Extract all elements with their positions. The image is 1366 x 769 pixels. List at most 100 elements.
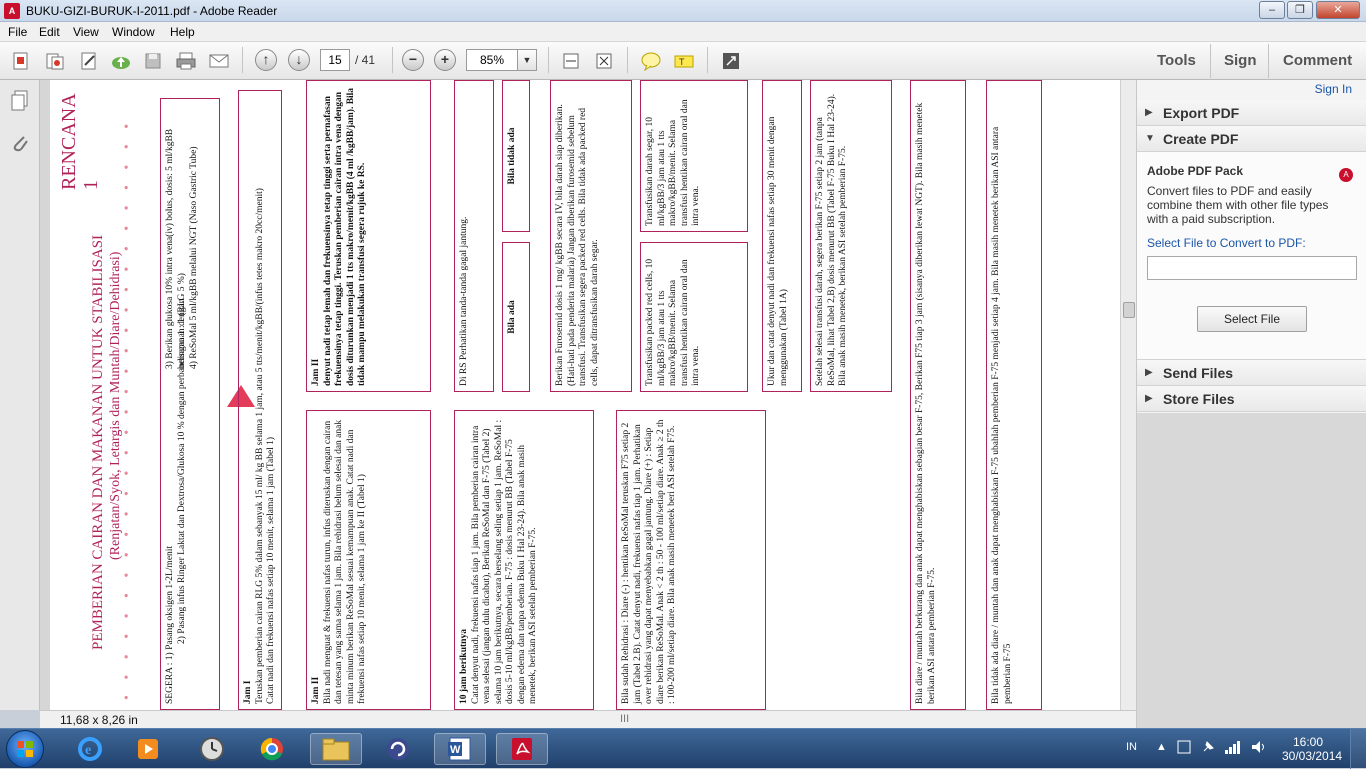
setelah-text: Setelah selesai transfusi darah, segera … xyxy=(815,93,848,386)
create-pdf-label: Create PDF xyxy=(1163,131,1239,147)
panel-empty-area xyxy=(1137,413,1366,728)
zoom-level-input[interactable]: 85% xyxy=(466,49,518,71)
menu-view[interactable]: View xyxy=(73,25,99,39)
horizontal-scroll-grip[interactable]: III xyxy=(620,713,629,725)
tools-pane-button[interactable]: Tools xyxy=(1157,52,1196,69)
menu-file[interactable]: File xyxy=(8,25,27,39)
file-explorer-icon[interactable] xyxy=(310,733,362,765)
network-signal-icon[interactable] xyxy=(1224,739,1242,758)
windows-taskbar: e W IN ▲ 16:00 30/03/2014 xyxy=(0,728,1366,769)
expand-arrow-icon: ▼ xyxy=(1145,133,1155,144)
combine-files-icon[interactable] xyxy=(44,50,66,72)
previous-page-button[interactable]: ↑ xyxy=(255,49,277,71)
pdf-pack-icon: A xyxy=(1339,168,1353,182)
page-dimensions: 11,68 x 8,26 in xyxy=(60,713,138,727)
close-button[interactable]: ✕ xyxy=(1316,1,1360,19)
jam2a-text: denyut nadi tetap lemah dan frekuensinya… xyxy=(322,87,368,386)
edit-pdf-icon[interactable] xyxy=(78,50,100,72)
minimize-button[interactable]: – xyxy=(1259,1,1285,19)
segera-box: SEGERA : 1) Pasang oksigen 1-2L/menit 2)… xyxy=(160,98,220,710)
select-file-label: Select File to Convert to PDF: xyxy=(1147,236,1306,250)
comment-note-icon[interactable] xyxy=(640,50,662,72)
clock-app-icon[interactable] xyxy=(186,733,238,765)
jam2-improve-box: Jam II Bila nadi menguat & frekuensi naf… xyxy=(306,410,431,710)
show-desktop-button[interactable] xyxy=(1350,729,1366,769)
save-icon[interactable] xyxy=(142,50,164,72)
segera-line-4: 4) ReSoMal 5 ml/kgBB melalui NGT (Naso G… xyxy=(189,146,199,369)
rehidrasi-text: Bila sudah Rehidrasi : Diare (-) : henti… xyxy=(621,419,677,704)
bila-ada-box: Bila ada xyxy=(502,242,530,392)
darah-segar-text: Transfusikan darah segar, 10 ml/kgBB/3 j… xyxy=(645,99,701,226)
jam2-weak-box: Jam II denyut nadi tetap lemah dan freku… xyxy=(306,80,431,392)
zoom-in-button[interactable]: + xyxy=(434,49,456,71)
torrent-app-icon[interactable] xyxy=(372,733,424,765)
language-indicator[interactable]: IN xyxy=(1126,741,1137,753)
menu-window[interactable]: Window xyxy=(112,25,155,39)
upload-cloud-icon[interactable] xyxy=(110,50,132,72)
action-center-icon[interactable] xyxy=(1176,739,1192,758)
internet-explorer-icon[interactable]: e xyxy=(64,733,116,765)
collapse-arrow-icon: ▶ xyxy=(1145,393,1153,404)
comment-pane-button[interactable]: Comment xyxy=(1283,52,1352,69)
export-pdf-section[interactable]: ▶ Export PDF xyxy=(1137,100,1366,126)
pdf-pack-description: Convert files to PDF and easily combine … xyxy=(1147,184,1329,226)
page-number-input[interactable]: 15 xyxy=(320,49,350,71)
document-viewport[interactable]: RENCANA 1 PEMBERIAN CAIRAN DAN MAKANAN U… xyxy=(40,80,1120,710)
system-clock[interactable]: 16:00 30/03/2014 xyxy=(1282,735,1342,763)
toolbar-separator xyxy=(1210,44,1211,78)
create-pdf-icon[interactable] xyxy=(10,50,32,72)
media-player-icon[interactable] xyxy=(122,733,174,765)
sign-in-link[interactable]: Sign In xyxy=(1315,82,1352,96)
ukur-box: Ukur dan catat denyut nadi dan frekuensi… xyxy=(762,80,802,392)
decorative-dots: • • • • • • • • • • • • • • • • • • • • … xyxy=(120,117,135,700)
pin-icon[interactable] xyxy=(1200,739,1216,758)
diare-reduced-text: Bila diare / muntah berkurang dan anak d… xyxy=(915,102,937,704)
start-button[interactable] xyxy=(6,730,44,768)
adobe-reader-taskbar-icon[interactable] xyxy=(496,733,548,765)
toolbar-separator xyxy=(548,47,549,73)
create-pdf-body: Adobe PDF Pack A Convert files to PDF an… xyxy=(1137,152,1366,360)
menu-help[interactable]: Help xyxy=(170,25,195,39)
send-files-section[interactable]: ▶ Send Files xyxy=(1137,360,1366,386)
rs-box: Di RS Perhatikan tanda-tanda gagal jantu… xyxy=(454,80,494,392)
menu-edit[interactable]: Edit xyxy=(39,25,60,39)
file-path-input[interactable] xyxy=(1147,256,1357,280)
fit-width-icon[interactable] xyxy=(560,50,582,72)
page-thumbnails-icon[interactable] xyxy=(10,90,30,115)
store-files-section[interactable]: ▶ Store Files xyxy=(1137,386,1366,412)
collapse-arrow-icon: ▶ xyxy=(1145,367,1153,378)
next-page-button[interactable]: ↓ xyxy=(288,49,310,71)
furosemid-text: Berikan Furosemid dosis 1 mg/ kgBB secar… xyxy=(555,104,600,386)
scrollbar-thumb[interactable] xyxy=(1123,302,1135,318)
fullscreen-icon[interactable] xyxy=(720,50,742,72)
zoom-dropdown-button[interactable]: ▼ xyxy=(517,49,537,71)
select-file-button[interactable]: Select File xyxy=(1197,306,1307,332)
volume-icon[interactable] xyxy=(1250,739,1268,758)
windows-logo-icon xyxy=(17,741,33,757)
zoom-out-button[interactable]: − xyxy=(402,49,424,71)
rehidrasi-box: Bila sudah Rehidrasi : Diare (-) : henti… xyxy=(616,410,766,710)
attachments-paperclip-icon[interactable] xyxy=(10,132,30,157)
setelah-box: Setelah selesai transfusi darah, segera … xyxy=(810,80,892,392)
clock-time: 16:00 xyxy=(1292,735,1324,749)
create-pdf-section[interactable]: ▼ Create PDF xyxy=(1137,126,1366,152)
sign-pane-button[interactable]: Sign xyxy=(1224,52,1257,69)
word-icon[interactable]: W xyxy=(434,733,486,765)
highlight-text-icon[interactable]: T xyxy=(673,50,695,72)
toolbar-separator xyxy=(627,47,628,73)
maximize-button[interactable]: ❐ xyxy=(1287,1,1313,19)
print-icon[interactable] xyxy=(175,50,197,72)
document-scrollbar[interactable] xyxy=(1120,80,1136,710)
tray-expand-icon[interactable]: ▲ xyxy=(1156,741,1167,753)
email-icon[interactable] xyxy=(208,50,230,72)
rotated-page-content: RENCANA 1 PEMBERIAN CAIRAN DAN MAKANAN U… xyxy=(50,80,1120,710)
packed-cells-text: Transfusikan packed red cells, 10 ml/kgB… xyxy=(645,258,701,386)
diare-reduced-box: Bila diare / muntah berkurang dan anak d… xyxy=(910,80,966,710)
store-files-label: Store Files xyxy=(1163,391,1235,407)
diare-none-text: Bila tidak ada diare / muntah dan anak d… xyxy=(991,126,1013,704)
jam2a-title: Jam II xyxy=(311,358,321,386)
toolbar-separator xyxy=(242,47,243,73)
fit-page-icon[interactable] xyxy=(593,50,615,72)
adobe-reader-icon: A xyxy=(4,3,20,19)
chrome-icon[interactable] xyxy=(246,733,298,765)
